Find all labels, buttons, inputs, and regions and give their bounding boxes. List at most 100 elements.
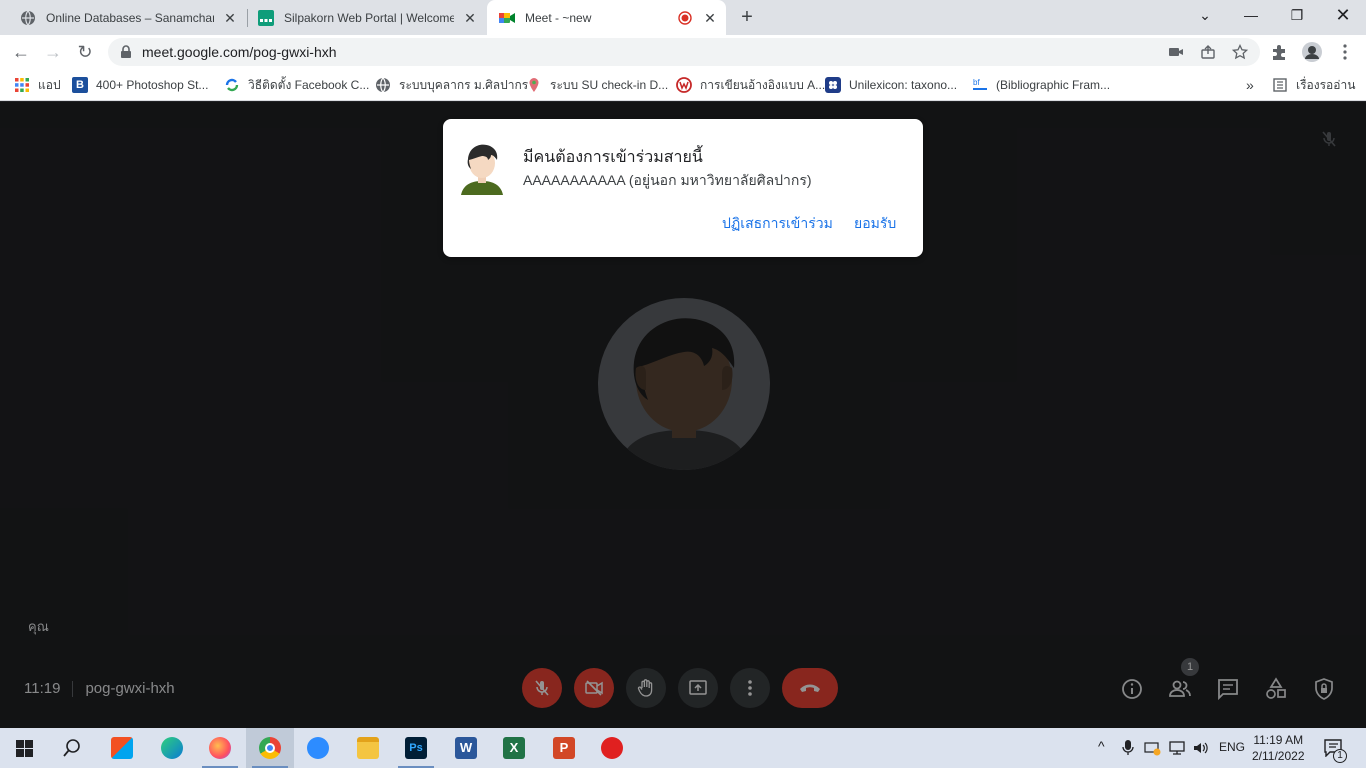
bookmark-personnel[interactable]: ระบบบุคลากร ม.ศิลปากร — [375, 77, 528, 93]
admit-button[interactable]: ยอมรับ — [854, 213, 896, 235]
bookmark-label: การเขียนอ้างอิงแบบ A... — [700, 77, 826, 92]
close-tab-icon[interactable]: ✕ — [462, 10, 478, 26]
tab-online-databases[interactable]: Online Databases – Sanamchandra ✕ — [0, 0, 246, 35]
hang-up-icon — [800, 684, 820, 692]
tab-meet[interactable]: Meet - ~new ✕ — [487, 0, 726, 35]
taskbar-store[interactable] — [98, 728, 146, 768]
address-bar[interactable]: meet.google.com/pog-gwxi-hxh — [108, 38, 1260, 66]
chat-icon[interactable] — [1216, 677, 1240, 701]
bookmark-bibframe[interactable]: bf (Bibliographic Fram... — [972, 77, 1110, 93]
close-tab-icon[interactable]: ✕ — [222, 10, 238, 26]
reading-list-icon — [1273, 78, 1287, 92]
microphone-tray-icon[interactable] — [1122, 740, 1134, 756]
profile-avatar-icon[interactable] — [1302, 42, 1322, 62]
taskbar-word[interactable]: W — [442, 728, 490, 768]
taskbar-edge[interactable] — [148, 728, 196, 768]
requester-name: AAAAAAAAAAA (อยู่นอก มหาวิทยาลัยศิลปากร) — [523, 172, 812, 188]
meeting-info-icon[interactable] — [1120, 677, 1144, 701]
raise-hand-button[interactable] — [626, 668, 666, 708]
tab-strip: Online Databases – Sanamchandra ✕ Silpak… — [0, 0, 1366, 35]
more-bookmarks-button[interactable]: » — [1246, 77, 1254, 93]
bookmark-label: ระบบบุคลากร ม.ศิลปากร — [399, 77, 529, 92]
minimize-button[interactable]: — — [1228, 0, 1274, 32]
bookmark-apps[interactable]: แอป — [14, 77, 61, 93]
taskbar-excel[interactable]: X — [490, 728, 538, 768]
excel-icon: X — [503, 737, 525, 759]
close-tab-icon[interactable]: ✕ — [702, 10, 718, 26]
notification-count-badge: 1 — [1333, 749, 1347, 763]
microphone-toggle-button[interactable] — [522, 668, 562, 708]
bookmark-su-checkin[interactable]: ระบบ SU check-in D... — [526, 77, 668, 93]
clock-date: 2/11/2022 — [1252, 749, 1305, 763]
close-window-button[interactable]: ✕ — [1320, 0, 1366, 32]
extensions-icon[interactable] — [1270, 43, 1288, 61]
share-icon[interactable] — [1200, 44, 1216, 60]
meet-icon — [499, 12, 515, 23]
word-icon: W — [455, 737, 477, 759]
taskbar-zoom[interactable] — [294, 728, 342, 768]
bookmark-photoshop[interactable]: B 400+ Photoshop St... — [72, 77, 208, 93]
volume-icon[interactable] — [1192, 740, 1210, 756]
battery-warning-icon[interactable] — [1144, 740, 1162, 756]
present-icon — [689, 680, 707, 695]
taskbar-powerpoint[interactable]: P — [540, 728, 588, 768]
camera-off-icon — [585, 680, 603, 696]
show-hidden-icons[interactable]: ^ — [1098, 738, 1105, 754]
chrome-menu-icon[interactable] — [1336, 43, 1354, 61]
b-icon: B — [72, 77, 88, 93]
taskbar-firefox[interactable] — [196, 728, 244, 768]
windows-start-icon[interactable] — [16, 740, 33, 757]
bookmark-label: แอป — [38, 77, 61, 92]
zoom-icon — [307, 737, 329, 759]
bookmark-label: 400+ Photoshop St... — [96, 78, 209, 92]
more-options-button[interactable] — [730, 668, 770, 708]
reading-list-button[interactable]: เรื่องรออ่าน — [1272, 77, 1355, 93]
reload-button[interactable]: ↻ — [70, 37, 100, 67]
pin-icon — [529, 78, 539, 92]
search-icon[interactable] — [62, 738, 82, 758]
join-request-dialog: มีคนต้องการเข้าร่วมสายนี้ AAAAAAAAAAA (อ… — [443, 119, 923, 257]
meeting-code: pog-gwxi-hxh — [85, 680, 175, 697]
camera-toggle-button[interactable] — [574, 668, 614, 708]
w-icon — [676, 77, 692, 93]
participants-icon[interactable] — [1168, 677, 1192, 701]
camera-in-use-icon[interactable] — [1168, 44, 1184, 60]
tab-search-icon[interactable]: ⌄ — [1182, 0, 1228, 32]
tab-title: Silpakorn Web Portal | Welcome — [284, 10, 454, 25]
meeting-details: 11:19 pog-gwxi-hxh — [24, 680, 175, 697]
edge-icon — [161, 737, 183, 759]
portal-icon — [258, 9, 274, 26]
back-button[interactable]: ← — [6, 37, 36, 67]
tab-title: Online Databases – Sanamchandra — [46, 10, 214, 25]
participant-avatar — [598, 298, 770, 470]
windows-taskbar: Ps W X P ^ ENG 11:19 AM 2/11/2022 1 — [0, 728, 1366, 768]
url-text[interactable]: meet.google.com/pog-gwxi-hxh — [142, 44, 337, 60]
taskbar-photoshop[interactable]: Ps — [392, 728, 440, 768]
bookmark-label: ระบบ SU check-in D... — [550, 77, 669, 92]
restore-button[interactable]: ❐ — [1274, 0, 1320, 32]
activities-icon[interactable] — [1264, 677, 1288, 701]
forward-button[interactable]: → — [38, 37, 68, 67]
deny-entry-button[interactable]: ปฏิเสธการเข้าร่วม — [722, 213, 833, 235]
host-controls-icon[interactable] — [1312, 677, 1336, 701]
meet-stage: คุณ 11:19 pog-gwxi-hxh 1 มีคนต้องการเข้า… — [0, 102, 1366, 728]
new-tab-button[interactable]: + — [736, 6, 758, 28]
taskbar-chrome[interactable] — [246, 728, 294, 768]
browser-toolbar: ← → ↻ meet.google.com/pog-gwxi-hxh — [0, 35, 1366, 69]
bookmark-unilexicon[interactable]: Unilexicon: taxono... — [825, 77, 957, 93]
network-icon[interactable] — [1168, 740, 1186, 756]
bf-icon: bf — [973, 78, 987, 90]
more-vert-icon — [748, 680, 752, 696]
bookmark-facebook-setup[interactable]: วิธีติดตั้ง Facebook C... — [224, 77, 369, 93]
present-screen-button[interactable] — [678, 668, 718, 708]
self-tile-label: คุณ — [28, 619, 49, 634]
system-clock[interactable]: 11:19 AM 2/11/2022 — [1252, 732, 1305, 764]
tab-silpakorn-portal[interactable]: Silpakorn Web Portal | Welcome ✕ — [248, 0, 486, 35]
leave-call-button[interactable] — [782, 668, 838, 708]
taskbar-file-explorer[interactable] — [344, 728, 392, 768]
bookmark-apa-reference[interactable]: การเขียนอ้างอิงแบบ A... — [676, 77, 825, 93]
taskbar-acrobat[interactable] — [588, 728, 636, 768]
input-language[interactable]: ENG — [1219, 740, 1245, 754]
bookmark-star-icon[interactable] — [1232, 44, 1248, 60]
lock-icon[interactable] — [120, 45, 132, 59]
